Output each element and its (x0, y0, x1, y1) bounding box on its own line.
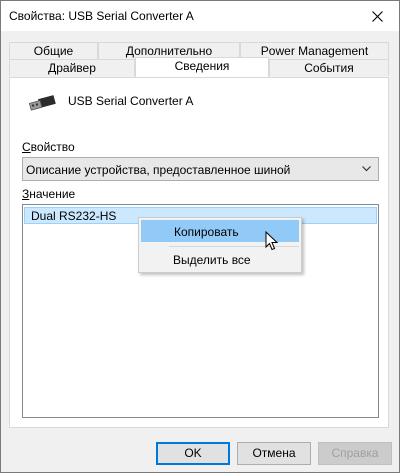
usb-plug-icon (27, 94, 57, 115)
title-bar: Свойства: USB Serial Converter A (1, 1, 399, 31)
property-label-mnemonic: С (22, 140, 31, 154)
list-item-text: Dual RS232-HS (31, 209, 117, 223)
window-title: Свойства: USB Serial Converter A (9, 9, 194, 23)
device-name: USB Serial Converter A (68, 94, 194, 108)
property-label-text: войство (30, 140, 75, 154)
property-select-value: Описание устройства, предоставленное шин… (26, 163, 291, 177)
tab-details[interactable]: Сведения (135, 57, 269, 77)
properties-dialog: Свойства: USB Serial Converter A Общие Д… (0, 0, 400, 473)
property-select[interactable]: Описание устройства, предоставленное шин… (22, 157, 379, 181)
value-label: Значение (22, 187, 75, 201)
close-icon (372, 11, 383, 22)
tab-events[interactable]: События (269, 59, 389, 76)
property-label: Свойство (22, 140, 75, 154)
menu-separator (169, 246, 299, 247)
value-label-text: начение (29, 187, 76, 201)
ok-button[interactable]: OK (156, 442, 230, 465)
tab-driver[interactable]: Драйвер (9, 59, 135, 76)
menu-item-copy-label: Копировать (174, 225, 239, 239)
cancel-button[interactable]: Отмена (237, 442, 311, 465)
close-button[interactable] (355, 1, 399, 31)
tab-general[interactable]: Общие (9, 42, 98, 59)
help-button[interactable]: Справка (318, 442, 392, 465)
chevron-down-icon (362, 166, 371, 172)
menu-item-select-all-label: Выделить все (173, 253, 251, 267)
mouse-cursor-icon (265, 231, 278, 251)
menu-item-select-all[interactable]: Выделить все (141, 249, 299, 271)
